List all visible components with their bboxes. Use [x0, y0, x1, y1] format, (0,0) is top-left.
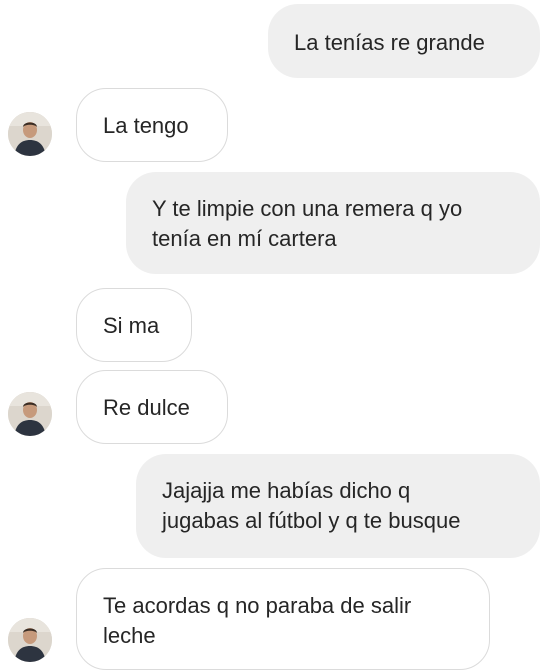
- contact-avatar-icon[interactable]: [8, 618, 52, 662]
- sent-message-bubble[interactable]: Jajajja me habías dicho q jugabas al fút…: [136, 454, 540, 558]
- message-line: Te acordas q no paraba de salir: [103, 593, 412, 618]
- message-text: Si ma: [103, 313, 160, 338]
- sent-message-bubble[interactable]: La tenías re grande: [268, 4, 540, 78]
- contact-avatar-icon[interactable]: [8, 112, 52, 156]
- message-line: tenía en mí cartera: [152, 226, 337, 251]
- message-line: Y te limpie con una remera q yo: [152, 196, 463, 221]
- received-message-bubble[interactable]: Si ma: [76, 288, 192, 362]
- received-message-bubble[interactable]: La tengo: [76, 88, 228, 162]
- message-text: La tenías re grande: [294, 30, 485, 55]
- received-message-bubble[interactable]: Re dulce: [76, 370, 228, 444]
- message-text: Re dulce: [103, 395, 190, 420]
- message-line: leche: [103, 623, 156, 648]
- message-line: Jajajja me habías dicho q: [162, 478, 411, 503]
- message-text: La tengo: [103, 113, 189, 138]
- sent-message-bubble[interactable]: Y te limpie con una remera q yo tenía en…: [126, 172, 540, 274]
- message-line: jugabas al fútbol y q te busque: [162, 508, 461, 533]
- contact-avatar-icon[interactable]: [8, 392, 52, 436]
- received-message-bubble[interactable]: Te acordas q no paraba de salir leche: [76, 568, 490, 670]
- chat-screen: { "messages": [ {"from": "me", "text": "…: [0, 0, 540, 670]
